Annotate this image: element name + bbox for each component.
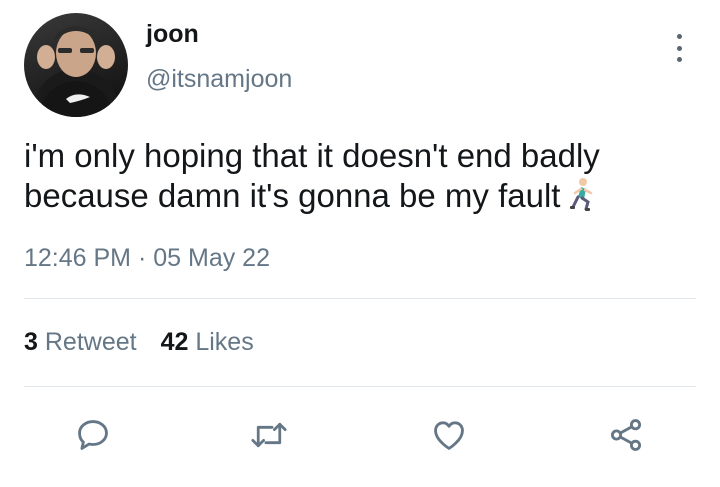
tweet-actions bbox=[0, 410, 720, 460]
more-dot bbox=[676, 34, 682, 39]
tweet-text-line: because damn it's gonna be my fault bbox=[24, 177, 561, 214]
person-running-emoji-icon bbox=[566, 177, 596, 220]
likes-stat[interactable]: 42 Likes bbox=[161, 328, 254, 356]
reply-icon[interactable] bbox=[68, 410, 118, 460]
author-handle[interactable]: @itsnamjoon bbox=[146, 65, 292, 94]
divider bbox=[24, 386, 696, 387]
retweet-count: 3 bbox=[24, 328, 38, 356]
tweet-text-line-2: because damn it's gonna be my fault bbox=[24, 176, 704, 220]
avatar-photo bbox=[37, 26, 115, 117]
tweet-stats: 3 Retweet 42 Likes bbox=[24, 328, 254, 357]
retweet-icon[interactable] bbox=[244, 410, 294, 460]
divider bbox=[24, 298, 696, 299]
share-icon[interactable] bbox=[601, 410, 651, 460]
likes-label: Likes bbox=[195, 328, 254, 356]
meta-separator: · bbox=[137, 244, 147, 272]
retweet-label: Retweet bbox=[44, 328, 137, 356]
more-options-icon[interactable] bbox=[664, 30, 694, 66]
more-dot bbox=[676, 45, 682, 51]
tweet-time: 12:46 PM bbox=[24, 244, 132, 272]
like-icon[interactable] bbox=[424, 410, 474, 460]
tweet-timestamp[interactable]: 12:46 PM · 05 May 22 bbox=[24, 244, 270, 273]
like-count: 42 bbox=[160, 328, 189, 356]
retweet-stat[interactable]: 3 Retweet bbox=[24, 328, 137, 356]
tweet-text-line: i'm only hoping that it doesn't end badl… bbox=[24, 137, 600, 174]
author-name[interactable]: joon bbox=[146, 20, 199, 49]
avatar[interactable] bbox=[24, 13, 128, 117]
tweet-text: i'm only hoping that it doesn't end badl… bbox=[24, 136, 704, 220]
tweet-date: 05 May 22 bbox=[153, 244, 270, 272]
more-dot bbox=[676, 57, 682, 62]
